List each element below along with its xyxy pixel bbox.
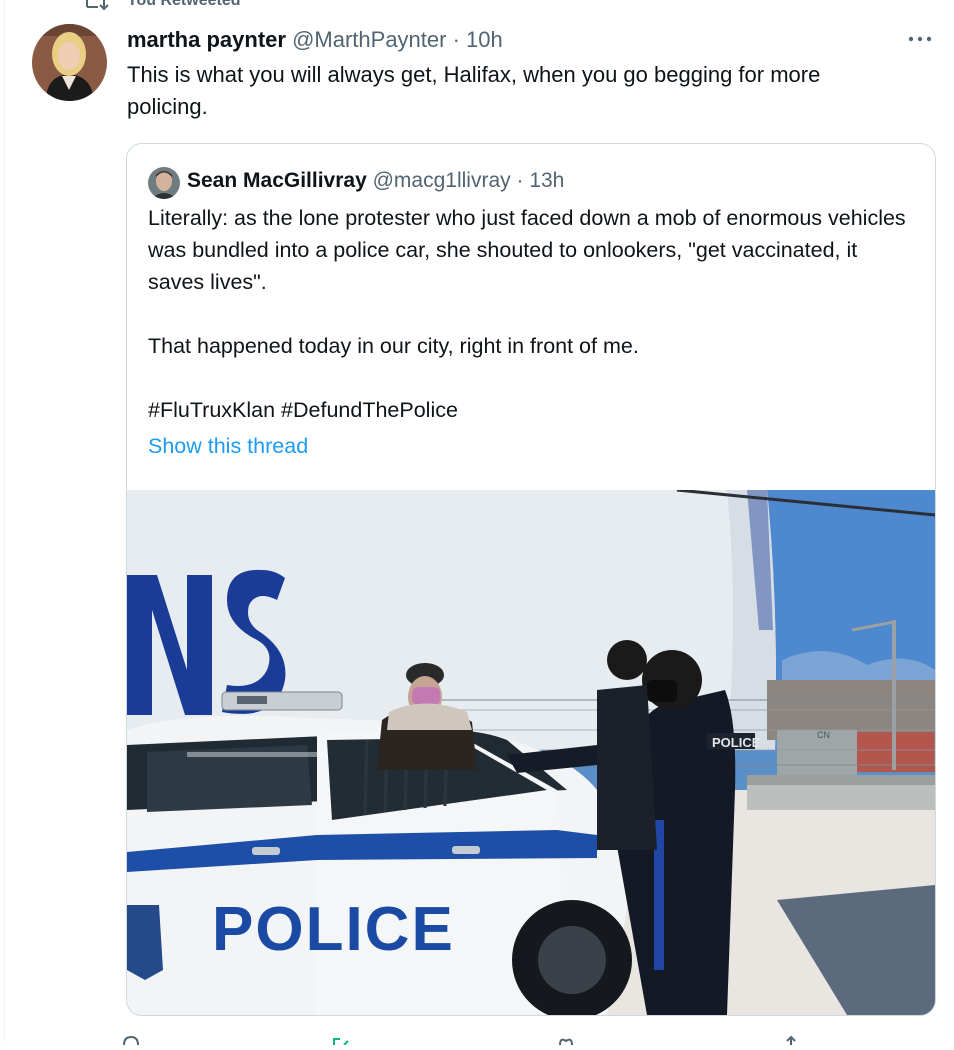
retweet-icon xyxy=(86,0,109,11)
author-handle[interactable]: @MarthPaynter xyxy=(292,27,446,52)
retweet-icon[interactable] xyxy=(330,1032,352,1046)
tweet-actions xyxy=(120,1032,840,1046)
tank-text: CN xyxy=(817,730,830,740)
quoted-tweet[interactable]: Sean MacGillivray @macg1llivray · 13h Li… xyxy=(126,143,936,1016)
quote-author-handle[interactable]: @macg1llivray xyxy=(373,169,511,192)
vest-police-text: POLICE xyxy=(712,735,761,750)
show-thread-link[interactable]: Show this thread xyxy=(148,434,308,459)
quote-paragraph: Literally: as the lone protester who jus… xyxy=(148,206,906,294)
separator-dot: · xyxy=(452,27,460,52)
separator-dot: · xyxy=(516,169,524,192)
quote-author-name[interactable]: Sean MacGillivray xyxy=(187,169,367,192)
quote-header: Sean MacGillivray @macg1llivray · 13h xyxy=(187,168,564,194)
tweet-text: This is what you will always get, Halifa… xyxy=(127,62,821,119)
quote-hashtags[interactable]: #FluTruxKlan #DefundThePolice xyxy=(148,394,918,426)
author-name[interactable]: martha paynter xyxy=(127,27,286,52)
quote-paragraph: That happened today in our city, right i… xyxy=(148,334,639,358)
car-police-text: POLICE xyxy=(212,895,455,964)
like-icon[interactable] xyxy=(555,1032,577,1046)
retweet-label: You Retweeted xyxy=(127,0,241,9)
tweet-time[interactable]: 10h xyxy=(466,27,503,52)
quote-time[interactable]: 13h xyxy=(529,169,564,192)
reply-icon[interactable] xyxy=(120,1032,142,1046)
more-horizontal-icon[interactable] xyxy=(905,30,935,48)
retweet-context: You Retweeted xyxy=(83,0,241,12)
quote-author-avatar[interactable] xyxy=(148,167,180,199)
quote-media-photo[interactable]: CN POLICE POLICE xyxy=(127,490,935,1015)
timeline-border xyxy=(4,0,5,1042)
share-icon[interactable] xyxy=(780,1032,802,1045)
quote-text: Literally: as the lone protester who jus… xyxy=(148,202,918,426)
author-avatar[interactable] xyxy=(32,24,107,101)
tweet-header: martha paynter @MarthPaynter · 10h xyxy=(127,27,503,53)
